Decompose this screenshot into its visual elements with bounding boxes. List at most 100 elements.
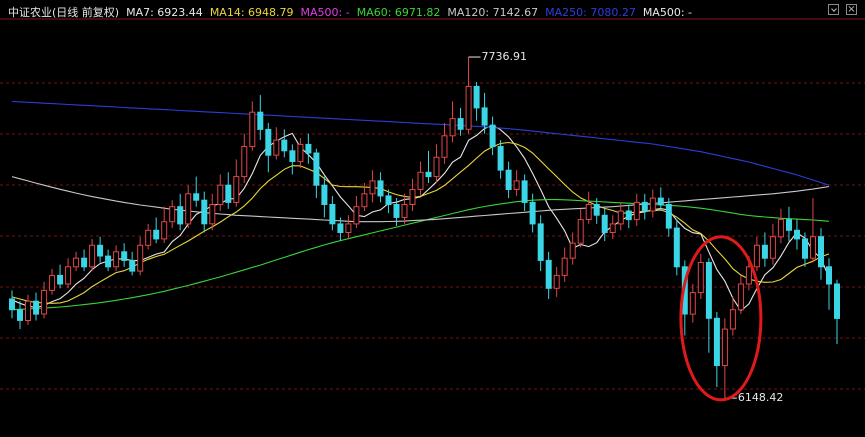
candle-up [617, 210, 624, 225]
candle-up [361, 193, 368, 208]
candle-down [313, 152, 320, 186]
candle-down [81, 257, 88, 268]
chart-title: 中证农业(日线 前复权) [8, 6, 120, 19]
candle-up [345, 223, 352, 233]
candle-up [769, 236, 776, 259]
candle-up [409, 189, 416, 205]
candle-up [633, 201, 640, 221]
candle-down [153, 229, 160, 240]
candle-up [297, 143, 304, 163]
candle-up [353, 206, 360, 225]
candle-up [449, 118, 456, 137]
legend-ma500-b: MA500: - [642, 5, 692, 19]
candle-up [810, 236, 816, 259]
candle-down [129, 259, 136, 272]
candle-down [425, 171, 432, 178]
candle-up [585, 204, 592, 220]
candle-up [753, 244, 760, 268]
candle-up [609, 223, 616, 233]
candle-down [641, 201, 648, 212]
candle-down [529, 201, 536, 225]
candle-down [786, 219, 792, 231]
candle-down [289, 150, 296, 163]
candle-down [9, 298, 15, 311]
legend-ma500: MA500: - [300, 5, 350, 19]
candle-up [89, 244, 96, 268]
candle-down [826, 266, 832, 285]
candle-down [265, 128, 272, 156]
candle-up [185, 193, 192, 225]
candle-down [321, 184, 328, 205]
candle-up [777, 219, 784, 238]
candle-up [241, 146, 248, 178]
close-button[interactable]: × [846, 4, 857, 15]
collapse-button[interactable] [828, 4, 839, 15]
candle-down [257, 111, 264, 130]
candle-down [385, 195, 392, 205]
legend-ma60: MA60: 6971.82 [356, 5, 441, 19]
candle-up [233, 176, 240, 203]
candle-down [657, 197, 664, 206]
candle-up [369, 180, 376, 195]
candle-down [393, 204, 400, 218]
candle-down [802, 238, 808, 259]
candle-down [497, 146, 504, 171]
candle-up [433, 156, 440, 178]
min-price-label: 6148.42 [737, 391, 784, 405]
candle-up [577, 219, 584, 244]
legend-ma120: MA120: 7142.67 [447, 5, 539, 19]
candle-up [729, 309, 736, 330]
legend-ma14: MA14: 6948.79 [209, 5, 294, 19]
candle-up [689, 292, 696, 315]
candle-down [665, 204, 672, 229]
candle-up [697, 262, 704, 294]
candle-down [57, 274, 64, 285]
candle-up [513, 180, 520, 190]
candle-up [65, 266, 72, 285]
candlestick-chart [0, 18, 865, 402]
candle-down [193, 193, 200, 201]
candle-down [761, 244, 768, 259]
candle-up [209, 204, 216, 225]
candle-down [521, 180, 528, 203]
candle-down [201, 199, 208, 225]
candle-down [473, 85, 480, 109]
candle-down [97, 244, 104, 257]
candle-down [794, 229, 800, 240]
candle-down [105, 255, 112, 268]
candle-up [745, 266, 752, 285]
candle-up [649, 197, 656, 212]
candle-down [537, 223, 544, 261]
candle-down [705, 262, 712, 319]
candle-down [121, 251, 128, 261]
candle-up [441, 135, 448, 158]
candle-down [489, 124, 496, 148]
candle-up [737, 283, 744, 311]
candle-down [713, 317, 720, 366]
candle-down [593, 204, 600, 216]
candle-up [161, 221, 168, 240]
candle-down [305, 143, 312, 154]
chart-legend: 中证农业(日线 前复权) MA7: 6923.44 MA14: 6948.79 … [8, 4, 692, 20]
candle-down [601, 214, 608, 234]
candle-up [561, 257, 568, 276]
candle-down [481, 107, 488, 126]
candle-down [457, 118, 464, 130]
candle-up [417, 171, 424, 191]
candle-up [721, 328, 728, 367]
candle-up [41, 289, 48, 315]
candle-up [553, 274, 560, 289]
legend-ma7: MA7: 6923.44 [126, 5, 203, 19]
legend-ma250: MA250: 7080.27 [545, 5, 636, 19]
candle-down [177, 206, 184, 225]
candle-up [137, 244, 144, 272]
candle-down [281, 139, 288, 152]
candle-down [673, 227, 680, 268]
candle-down [225, 184, 232, 203]
candle-down [818, 236, 824, 268]
max-price-label: 7736.91 [481, 50, 528, 64]
candle-down [625, 210, 632, 221]
candle-up [113, 251, 120, 268]
candle-up [217, 184, 224, 205]
candle-up [73, 257, 80, 268]
